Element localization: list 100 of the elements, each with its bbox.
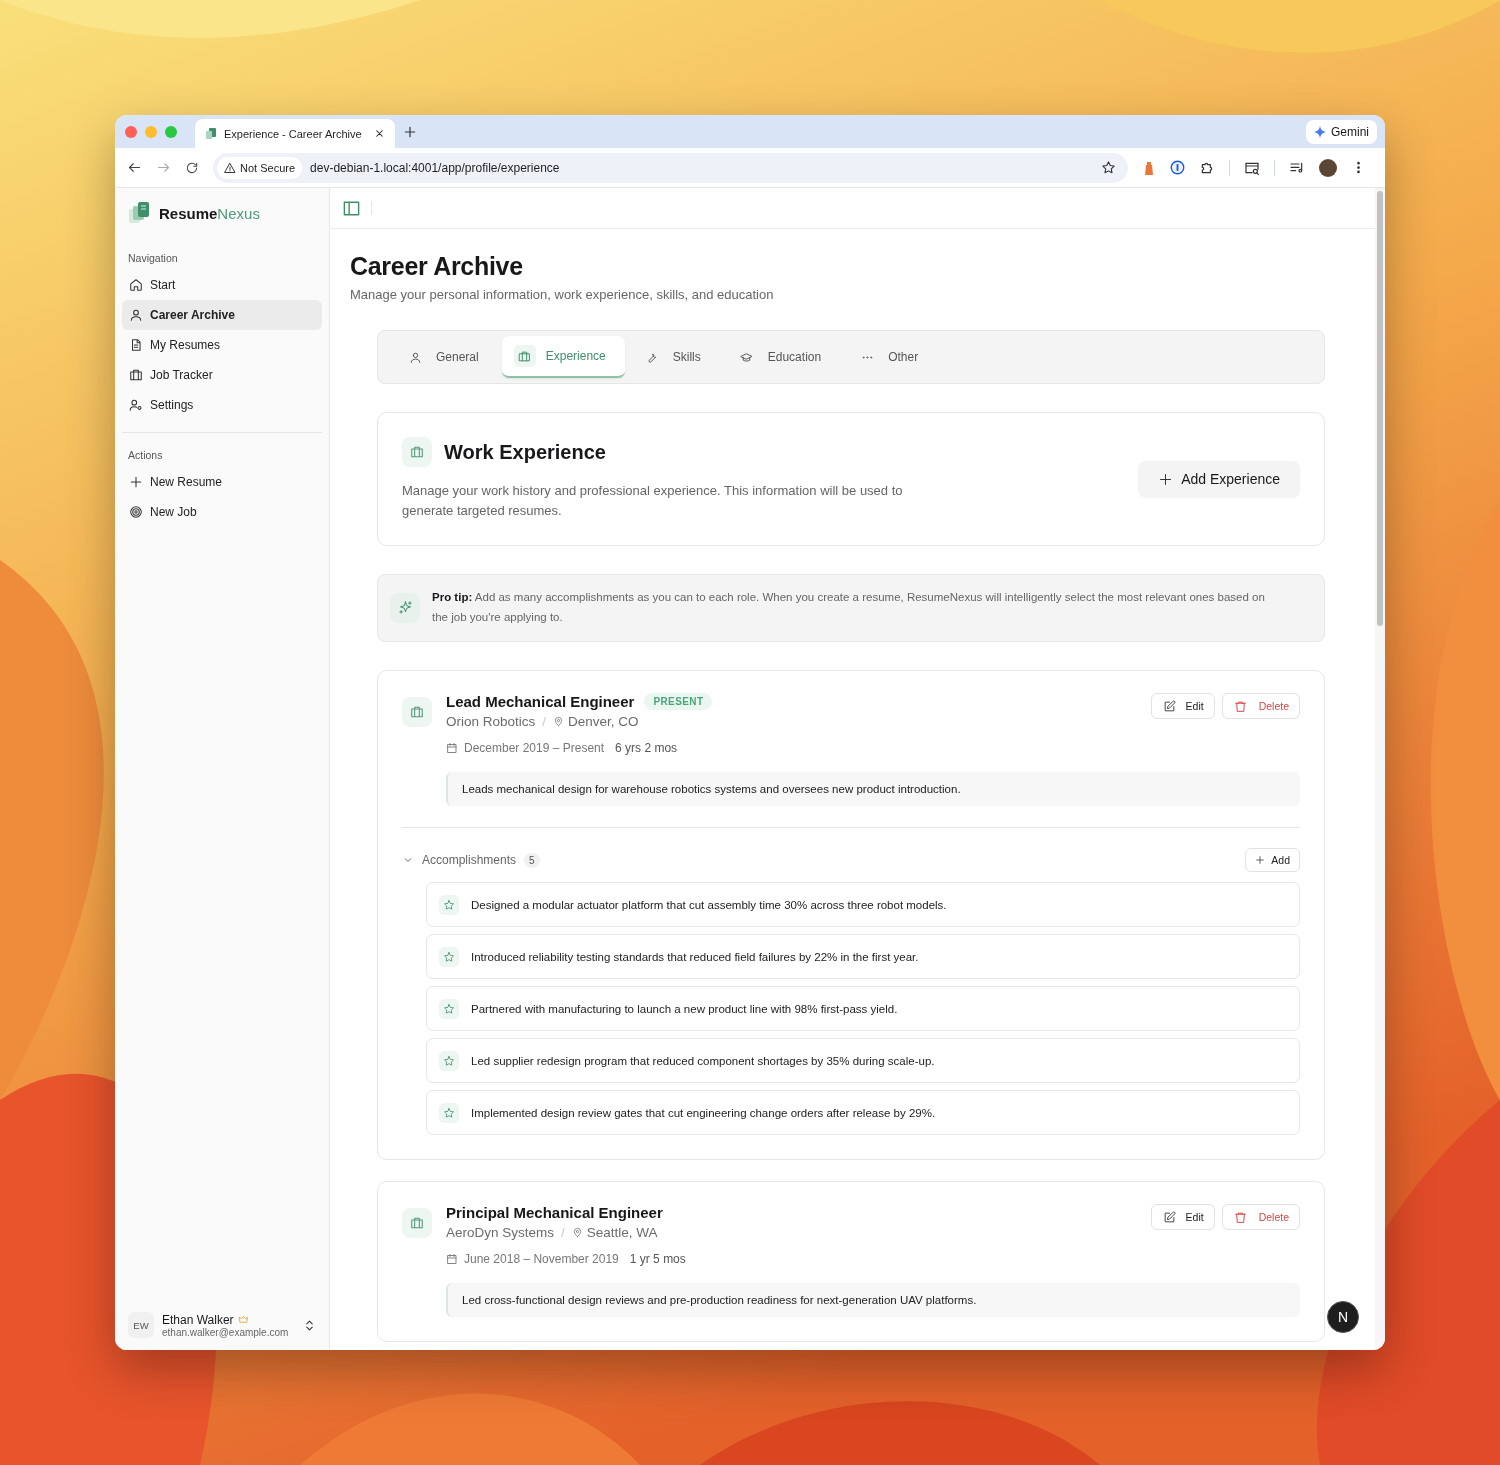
sidebar-item[interactable]: Settings: [122, 390, 322, 420]
add-experience-button[interactable]: Add Experience: [1138, 461, 1300, 497]
chevrons-icon: [303, 1318, 316, 1332]
sidebar-item[interactable]: Job Tracker: [122, 360, 322, 390]
sidebar-toggle[interactable]: [342, 198, 361, 218]
gemini-button[interactable]: Gemini: [1306, 119, 1377, 144]
edit-button[interactable]: Edit: [1150, 1204, 1215, 1230]
company-name: AeroDyn Systems: [446, 1225, 555, 1240]
account-menu-toggle[interactable]: [303, 1318, 316, 1332]
user-name: Ethan Walker: [162, 1312, 234, 1327]
calendar-icon: [446, 742, 458, 754]
section-tab[interactable]: Skills: [628, 336, 720, 378]
date-range: June 2018 – November 2019: [464, 1252, 619, 1266]
plus-icon: [129, 475, 143, 489]
status-badge: PRESENT: [644, 693, 713, 710]
duration-text: 1 yr 5 mos: [629, 1252, 686, 1266]
section-tab[interactable]: General: [392, 336, 498, 378]
briefcase-glyph: [410, 705, 424, 719]
role-summary: Leads mechanical design for warehouse robotics systems and oversees new product introduction.: [446, 772, 1300, 806]
tab-title: Experience - Career Archive: [224, 127, 363, 140]
panel-icon: [342, 198, 361, 218]
home-icon: [129, 278, 143, 292]
star-glyph: [443, 1054, 455, 1067]
date-range: December 2019 – Present: [464, 741, 605, 755]
briefcase-icon: [518, 349, 532, 363]
forward-icon: [156, 160, 171, 175]
job-title: Principal Mechanical Engineer: [446, 1204, 663, 1221]
address-bar[interactable]: Not Secure dev-debian-1.local:4001/app/profile/experience: [213, 152, 1128, 183]
new-tab-icon: [403, 124, 417, 139]
job-title: Lead Mechanical Engineer: [446, 693, 635, 710]
accomplishment-item[interactable]: Designed a modular actuator platform that cut assembly time 30% across three robot models.: [426, 882, 1300, 927]
delete-button[interactable]: Delete: [1221, 693, 1300, 719]
password-icon[interactable]: [1170, 160, 1185, 175]
add-accomplishment-button[interactable]: Add: [1245, 848, 1300, 872]
dev-tools-button[interactable]: N: [1327, 1301, 1359, 1333]
url-text: dev-debian-1.local:4001/app/profile/experience: [310, 160, 561, 175]
section-description: Manage your work history and professional experience. This information will be used to generate targeted resumes.: [402, 482, 904, 520]
close-icon[interactable]: [374, 128, 385, 139]
trash-icon: [1233, 699, 1247, 713]
location-text: Seattle, WA: [586, 1225, 658, 1240]
warning-icon: [224, 161, 236, 174]
sparkle-icon: [1314, 125, 1326, 138]
scrollbar-thumb[interactable]: [1377, 191, 1383, 626]
role-summary: Led cross-functional design reviews and pre-production readiness for next-generation UAV platforms.: [446, 1283, 1300, 1317]
crown-icon: [237, 1314, 249, 1325]
delete-button[interactable]: Delete: [1221, 1204, 1300, 1230]
section-heading: Navigation: [127, 251, 179, 266]
edit-icon: [1162, 699, 1176, 713]
lighthouse-icon[interactable]: [1142, 159, 1156, 176]
sidebar-item[interactable]: My Resumes: [122, 330, 322, 360]
page-title: Career Archive: [350, 251, 524, 281]
plus-icon: [1255, 855, 1266, 865]
security-chip[interactable]: Not Secure: [217, 156, 303, 179]
sidebar-item[interactable]: Start: [122, 270, 322, 300]
location-text: Denver, CO: [568, 714, 639, 729]
accomplishment-text: Implemented design review gates that cut engineering change orders after release by 29%.: [471, 1106, 936, 1119]
bookmark-star-icon: [1101, 160, 1116, 175]
trash-icon: [1233, 1210, 1247, 1224]
edit-button[interactable]: Edit: [1150, 693, 1215, 719]
sparkle-glyph: [397, 600, 413, 615]
person-icon: [408, 350, 422, 364]
accomplishment-text: Introduced reliability testing standards that reduced field failures by 22% in the first year.: [471, 950, 919, 963]
separator-slash: /: [542, 714, 547, 729]
plus-icon: [1158, 471, 1174, 487]
page-subtitle: Manage your personal information, work experience, skills, and education: [350, 287, 775, 302]
accomplishments-toggle[interactable]: Accomplishments: [402, 853, 517, 867]
accomplishment-text: Designed a modular actuator platform that cut assembly time 30% across three robot models.: [471, 898, 947, 911]
person-icon: [129, 308, 143, 322]
window-control[interactable]: [165, 125, 177, 138]
person-gear-icon: [129, 398, 143, 412]
location-pin-icon: [553, 716, 565, 727]
section-heading: Actions: [127, 448, 164, 463]
edit-icon: [1162, 1210, 1176, 1224]
reload-icon: [185, 160, 199, 175]
profile-avatar[interactable]: [1319, 158, 1337, 177]
star-glyph: [443, 950, 455, 963]
briefcase-glyph: [410, 1216, 424, 1230]
brand-name: ResumeNexus: [159, 204, 260, 222]
accomplishment-item[interactable]: Partnered with manufacturing to launch a new product line with 98% first-pass yield.: [426, 986, 1300, 1031]
section-tab[interactable]: Experience: [501, 336, 625, 378]
sidebar-item[interactable]: New Job: [122, 497, 322, 527]
sidebar-item[interactable]: New Resume: [122, 467, 322, 497]
tab-close-glyph: [374, 128, 385, 139]
browser-tab[interactable]: Experience - Career Archive: [195, 119, 395, 148]
accomplishment-item[interactable]: Introduced reliability testing standards that reduced field failures by 22% in the first year.: [426, 934, 1300, 979]
section-tab[interactable]: Education: [723, 336, 841, 378]
accomplishment-item[interactable]: Implemented design review gates that cut engineering change orders after release by 29%.: [426, 1090, 1300, 1135]
graduation-cap-icon: [740, 350, 754, 364]
calendar-icon: [446, 1253, 458, 1265]
tip-text: Pro tip: Add as many accomplishments as you can to each role. When you create a resume, ResumeNexus will intelligently select the most relevant ones based on the job you're applying to.: [432, 590, 1266, 625]
company-name: Orion Robotics: [446, 714, 536, 729]
sidebar-item[interactable]: Career Archive: [122, 300, 322, 330]
window-control[interactable]: [125, 125, 137, 138]
separator-slash: /: [561, 1225, 565, 1240]
duration-text: 6 yrs 2 mos: [615, 741, 678, 755]
section-tab[interactable]: Other: [844, 336, 938, 378]
user-email: ethan.walker@example.com: [162, 1326, 290, 1338]
accomplishment-item[interactable]: Led supplier redesign program that reduced component shortages by 35% during scale-up.: [426, 1038, 1300, 1083]
section-title: Work Experience: [444, 440, 606, 464]
app-favicon: [205, 127, 217, 140]
